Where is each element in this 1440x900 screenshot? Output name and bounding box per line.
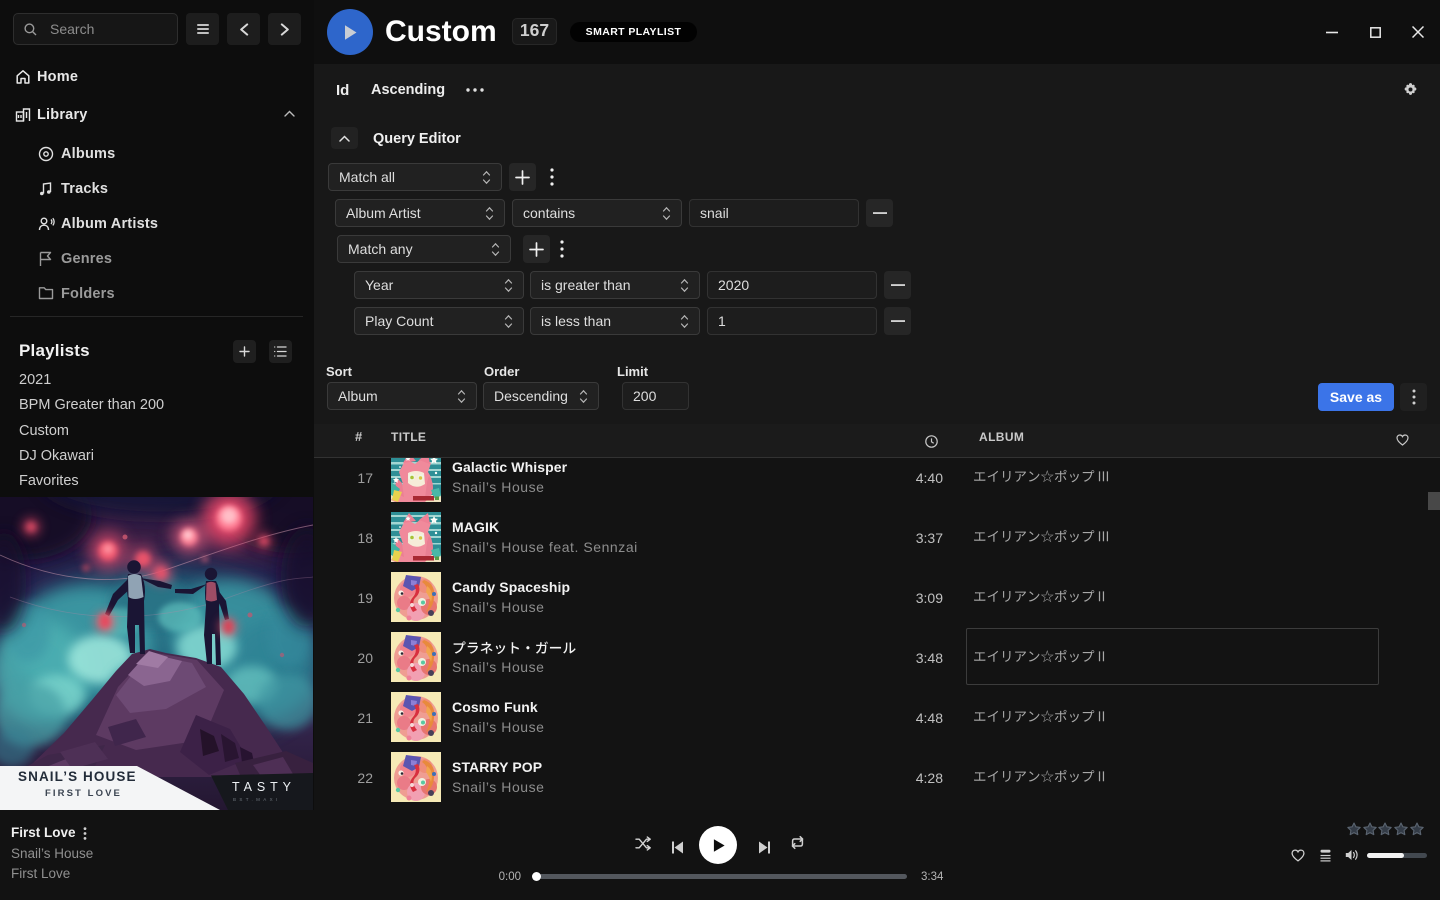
svg-text:TASTY: TASTY — [232, 780, 296, 794]
svg-text:FIRST LOVE: FIRST LOVE — [45, 788, 122, 799]
svg-text:SNAIL’S HOUSE: SNAIL’S HOUSE — [18, 769, 137, 784]
svg-text:BST.MAXI: BST.MAXI — [233, 797, 281, 802]
